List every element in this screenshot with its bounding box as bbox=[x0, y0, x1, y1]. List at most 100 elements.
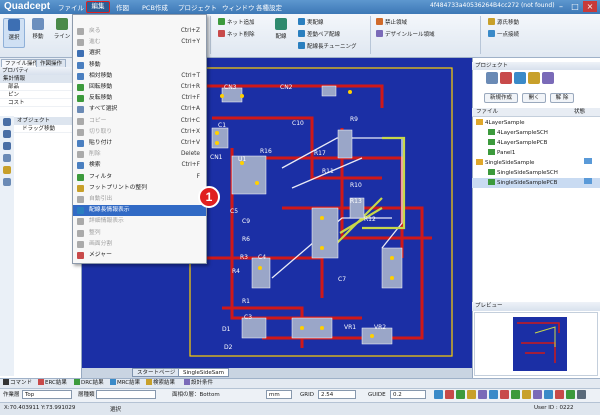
menu-item[interactable]: 削除 Delete bbox=[73, 149, 206, 160]
toggle-icon[interactable] bbox=[445, 390, 454, 399]
diffpair-route-button[interactable]: 差動ペア配線 bbox=[298, 30, 340, 38]
menu-item[interactable]: 貼り付け Ctrl+V bbox=[73, 138, 206, 149]
toggle-icon[interactable] bbox=[566, 390, 575, 399]
menu-item[interactable]: 選択 bbox=[73, 48, 206, 59]
design-rule-button[interactable]: デザインルール領域 bbox=[376, 30, 435, 38]
delete-icon[interactable] bbox=[500, 72, 512, 84]
menu-view[interactable]: 作図 bbox=[116, 2, 129, 12]
menu-pcb[interactable]: PCB作成 bbox=[142, 2, 168, 12]
menu-item[interactable]: 切り取り Ctrl+X bbox=[73, 127, 206, 138]
new-button[interactable]: 新規作成 bbox=[484, 93, 518, 103]
guide-value[interactable]: 0.2 bbox=[390, 390, 426, 399]
summary-group[interactable]: 集計情報 bbox=[0, 75, 82, 83]
menu-item[interactable]: 詳細情報表示 bbox=[73, 216, 206, 227]
grid-value[interactable]: 2.54 bbox=[318, 390, 356, 399]
tree-item[interactable]: 4LayerSampleSCH bbox=[472, 128, 600, 138]
fit-icon[interactable] bbox=[3, 154, 11, 162]
work-layer-select[interactable]: Top bbox=[22, 390, 72, 399]
property-row: コスト bbox=[0, 99, 82, 107]
menu-file[interactable]: ファイル bbox=[58, 2, 84, 12]
tab-pcb-document[interactable]: SingleSideSam bbox=[178, 368, 230, 377]
tab-start-page[interactable]: スタートページ bbox=[132, 368, 181, 377]
menu-item[interactable]: 画面分割 bbox=[73, 239, 206, 250]
toggle-icon[interactable] bbox=[544, 390, 553, 399]
tree-item[interactable]: 4LayerSamplePCB bbox=[472, 138, 600, 148]
tool-icon[interactable] bbox=[3, 166, 11, 174]
toggle-icon[interactable] bbox=[467, 390, 476, 399]
unit-select[interactable]: mm bbox=[266, 390, 292, 399]
component-label: R17 bbox=[314, 150, 326, 157]
route-button[interactable]: 配線 bbox=[270, 18, 292, 48]
layer-class-select[interactable] bbox=[96, 390, 156, 399]
maximize-icon[interactable]: □ bbox=[568, 1, 582, 12]
zoom-in-icon[interactable] bbox=[3, 130, 11, 138]
refresh-icon[interactable] bbox=[514, 72, 526, 84]
toggle-icon[interactable] bbox=[456, 390, 465, 399]
menu-window[interactable]: ウィンドウ bbox=[222, 2, 255, 12]
menu-item[interactable]: 自動引出 bbox=[73, 194, 206, 205]
menu-item-icon bbox=[77, 207, 84, 215]
tree-item[interactable]: Panel1 bbox=[472, 148, 600, 158]
folder-icon[interactable] bbox=[486, 72, 498, 84]
menu-item[interactable]: フィルタ F bbox=[73, 172, 206, 183]
real-route-button[interactable]: 実配線 bbox=[298, 18, 324, 26]
menu-item[interactable]: メジャー bbox=[73, 250, 206, 261]
tree-item[interactable]: SingleSideSampleSCH bbox=[472, 168, 600, 178]
net-add-button[interactable]: ネット追加 bbox=[218, 18, 255, 26]
zoom-icon[interactable] bbox=[3, 118, 11, 126]
output-tab-label: DRC結果 bbox=[81, 380, 104, 386]
close-icon[interactable]: × bbox=[583, 1, 597, 12]
output-tab[interactable]: MRC結果 bbox=[110, 379, 140, 388]
star-icon[interactable] bbox=[528, 72, 540, 84]
tree-item[interactable]: SingleSideSamplePCB bbox=[472, 178, 600, 188]
tree-item[interactable]: SingleSideSample bbox=[472, 158, 600, 168]
output-tab[interactable]: 設計条件 bbox=[184, 379, 213, 388]
output-tab[interactable]: コマンド bbox=[3, 379, 32, 388]
open-button[interactable]: 開く bbox=[522, 93, 546, 103]
menu-item[interactable]: 相対移動 Ctrl+T bbox=[73, 71, 206, 82]
toggle-icon[interactable] bbox=[500, 390, 509, 399]
toggle-icon[interactable] bbox=[555, 390, 564, 399]
menu-help[interactable]: 各種設定 bbox=[256, 2, 282, 12]
output-tab[interactable]: ERC結果 bbox=[38, 379, 67, 388]
toggle-icon[interactable] bbox=[478, 390, 487, 399]
settings-icon[interactable] bbox=[542, 72, 554, 84]
menu-item-icon bbox=[77, 252, 84, 259]
close-button[interactable]: 解 除 bbox=[550, 93, 574, 103]
menu-item[interactable]: すべて選択 Ctrl+A bbox=[73, 104, 206, 115]
menu-item-icon bbox=[77, 140, 84, 147]
toggle-icon[interactable] bbox=[577, 390, 586, 399]
select-button[interactable]: 選択 bbox=[3, 18, 25, 48]
toggle-icon[interactable] bbox=[511, 390, 520, 399]
net-delete-button[interactable]: ネット削除 bbox=[218, 30, 255, 38]
setting-icon[interactable] bbox=[3, 178, 11, 186]
menu-item[interactable]: コピー Ctrl+C bbox=[73, 116, 206, 127]
menu-item[interactable]: 配線長情報表示 bbox=[73, 205, 206, 217]
menu-project[interactable]: プロジェクト bbox=[178, 2, 217, 12]
menu-item[interactable]: 回転移動 Ctrl+R bbox=[73, 82, 206, 93]
source-route-button[interactable]: 源氏移動 bbox=[488, 18, 519, 26]
keepout-button[interactable]: 禁止領域 bbox=[376, 18, 407, 26]
menu-item[interactable]: 進む Ctrl+Y bbox=[73, 37, 206, 48]
menu-edit[interactable]: 編集 bbox=[86, 1, 110, 13]
toggle-icon[interactable] bbox=[489, 390, 498, 399]
menu-item[interactable]: 検索 Ctrl+F bbox=[73, 160, 206, 171]
menu-item[interactable]: 反転移動 Ctrl+F bbox=[73, 93, 206, 104]
minimize-icon[interactable]: – bbox=[554, 1, 568, 12]
menu-item[interactable]: 整列 bbox=[73, 228, 206, 239]
zoom-out-icon[interactable] bbox=[3, 142, 11, 150]
menu-item[interactable]: フットプリントの整列 bbox=[73, 183, 206, 194]
menu-item[interactable]: 移動 bbox=[73, 60, 206, 71]
output-tab[interactable]: 検索結果 bbox=[146, 379, 175, 388]
toggle-icon[interactable] bbox=[522, 390, 531, 399]
tree-item[interactable]: 4LayerSample bbox=[472, 118, 600, 128]
one-touch-button[interactable]: 一点接続 bbox=[488, 30, 519, 38]
toggle-icon[interactable] bbox=[533, 390, 542, 399]
line-button[interactable]: ライン bbox=[51, 18, 73, 48]
tab-draw-ops[interactable]: 作図操作 bbox=[36, 59, 67, 67]
menu-item[interactable]: 戻る Ctrl+Z bbox=[73, 26, 206, 37]
length-tune-button[interactable]: 配線長チューニング bbox=[298, 42, 357, 50]
move-button[interactable]: 移動 bbox=[27, 18, 49, 48]
toggle-icon[interactable] bbox=[434, 390, 443, 399]
output-tab[interactable]: DRC結果 bbox=[74, 379, 104, 388]
